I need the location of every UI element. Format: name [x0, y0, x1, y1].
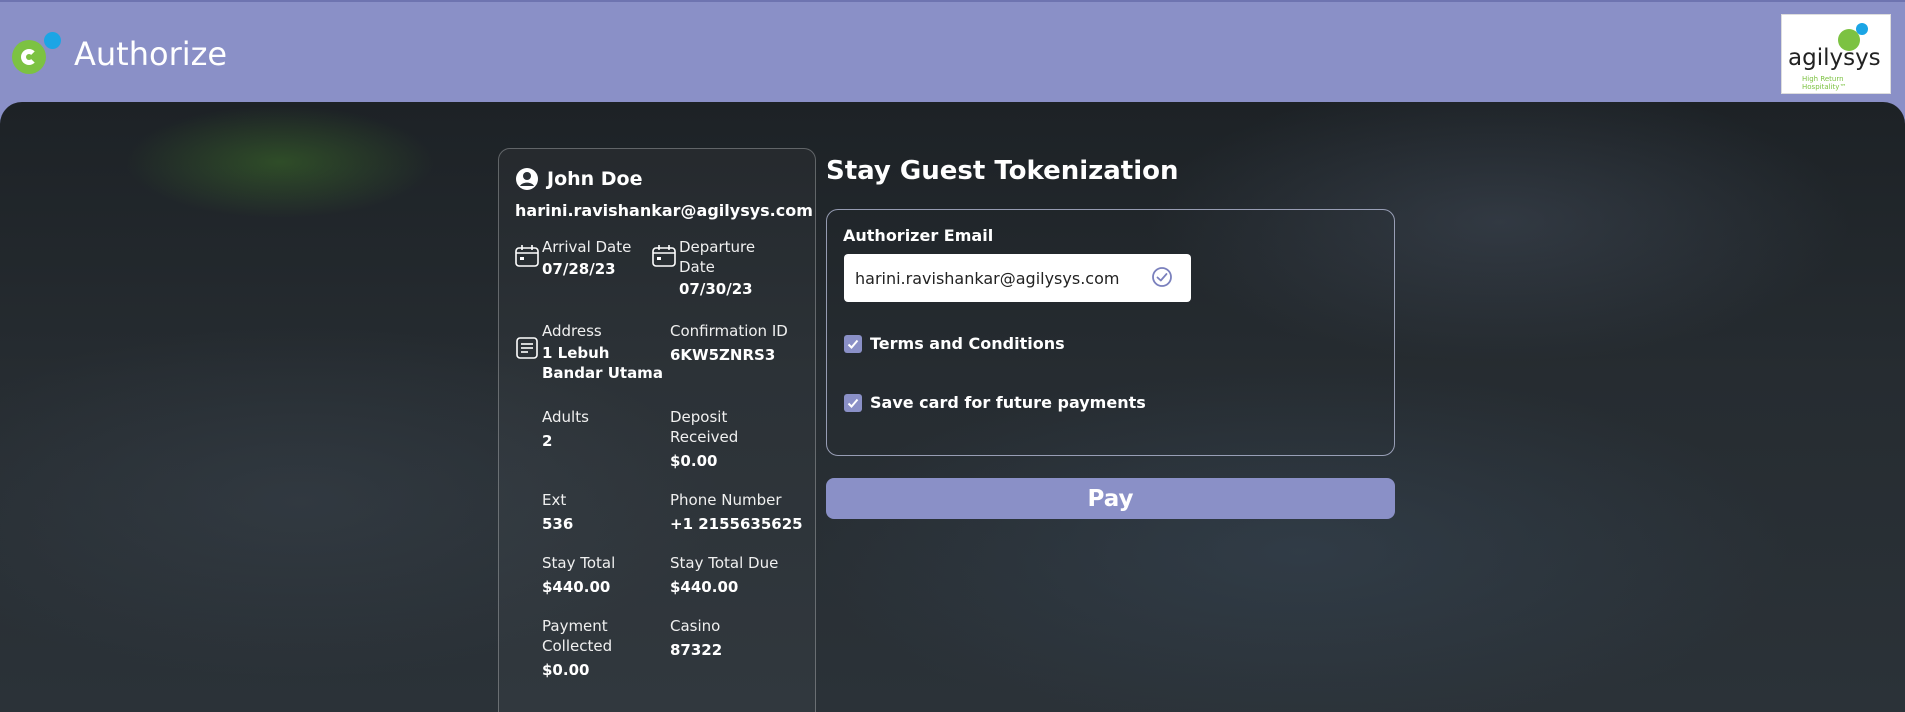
guest-email: harini.ravishankar@agilysys.com — [515, 201, 813, 220]
authorizer-email-input[interactable] — [844, 254, 1191, 302]
phone-number-label: Phone Number — [670, 491, 782, 509]
casino-label: Casino — [670, 617, 721, 635]
brand: Authorize — [12, 32, 227, 76]
departure-date-field: Departure Date 07/30/23 — [679, 237, 769, 299]
deposit-received-field: Deposit Received $0.00 — [670, 407, 780, 471]
save-card-checkbox[interactable] — [844, 393, 862, 412]
terms-checkbox[interactable] — [844, 334, 862, 353]
confirmation-id-field: Confirmation ID 6KW5ZNRS3 — [670, 321, 790, 365]
departure-date-label: Departure Date — [679, 238, 756, 276]
form-title: Stay Guest Tokenization — [826, 156, 1179, 186]
ext-value: 536 — [542, 515, 574, 533]
address-label: Address — [542, 322, 602, 340]
address-icon — [516, 337, 538, 359]
stay-total-due-value: $440.00 — [670, 578, 739, 596]
terms-label[interactable]: Terms and Conditions — [870, 334, 1065, 353]
header: Authorize agilysys High Return Hospitali… — [0, 0, 1905, 104]
departure-date-value: 07/30/23 — [679, 280, 753, 298]
address-field: Address 1 Lebuh Bandar Utama — [542, 321, 667, 383]
address-value: 1 Lebuh Bandar Utama — [542, 344, 663, 382]
phone-number-field: Phone Number +1 2155635625 — [670, 490, 815, 534]
arrival-date-label: Arrival Date — [542, 238, 632, 256]
stay-total-due-label: Stay Total Due — [670, 554, 779, 572]
payment-collected-field: Payment Collected $0.00 — [542, 616, 642, 680]
casino-value: 87322 — [670, 641, 723, 659]
agilysys-logo: agilysys High Return Hospitality™ — [1781, 14, 1891, 94]
stay-total-field: Stay Total $440.00 — [542, 553, 662, 597]
adults-value: 2 — [542, 432, 553, 450]
calendar-icon — [515, 245, 539, 267]
deposit-received-label: Deposit Received — [670, 408, 739, 446]
adults-label: Adults — [542, 408, 589, 426]
user-circle-icon — [516, 168, 538, 190]
adults-field: Adults 2 — [542, 407, 662, 451]
agilysys-logo-tagline: High Return Hospitality™ — [1802, 75, 1847, 91]
authorizer-email-label: Authorizer Email — [843, 226, 994, 245]
verified-check-icon — [1152, 267, 1172, 287]
checkmark-icon — [847, 339, 859, 349]
confirmation-id-label: Confirmation ID — [670, 322, 788, 340]
app-title: Authorize — [74, 35, 228, 73]
payment-collected-label: Payment Collected — [542, 617, 613, 655]
save-card-label[interactable]: Save card for future payments — [870, 393, 1146, 412]
checkmark-icon — [847, 398, 859, 408]
ext-label: Ext — [542, 491, 567, 509]
stay-total-label: Stay Total — [542, 554, 616, 572]
payment-collected-value: $0.00 — [542, 661, 590, 679]
phone-number-value: +1 2155635625 — [670, 515, 803, 533]
authorize-logo-icon — [12, 32, 61, 76]
guest-info-card: John Doe harini.ravishankar@agilysys.com… — [498, 148, 816, 712]
stay-total-value: $440.00 — [542, 578, 611, 596]
guest-name-row: John Doe — [515, 167, 643, 191]
casino-field: Casino 87322 — [670, 616, 790, 660]
confirmation-id-value: 6KW5ZNRS3 — [670, 346, 776, 364]
terms-row: Terms and Conditions — [844, 334, 1065, 353]
arrival-date-field: Arrival Date 07/28/23 — [542, 237, 642, 279]
arrival-date-value: 07/28/23 — [542, 260, 616, 278]
agilysys-logo-word: agilysys — [1788, 45, 1881, 71]
guest-name: John Doe — [547, 168, 643, 190]
tokenization-form: Authorizer Email Terms and Conditions Sa… — [826, 209, 1395, 456]
calendar-icon — [652, 245, 676, 267]
save-card-row: Save card for future payments — [844, 393, 1146, 412]
ext-field: Ext 536 — [542, 490, 662, 534]
pay-button[interactable]: Pay — [826, 478, 1395, 519]
deposit-received-value: $0.00 — [670, 452, 718, 470]
stay-total-due-field: Stay Total Due $440.00 — [670, 553, 815, 597]
